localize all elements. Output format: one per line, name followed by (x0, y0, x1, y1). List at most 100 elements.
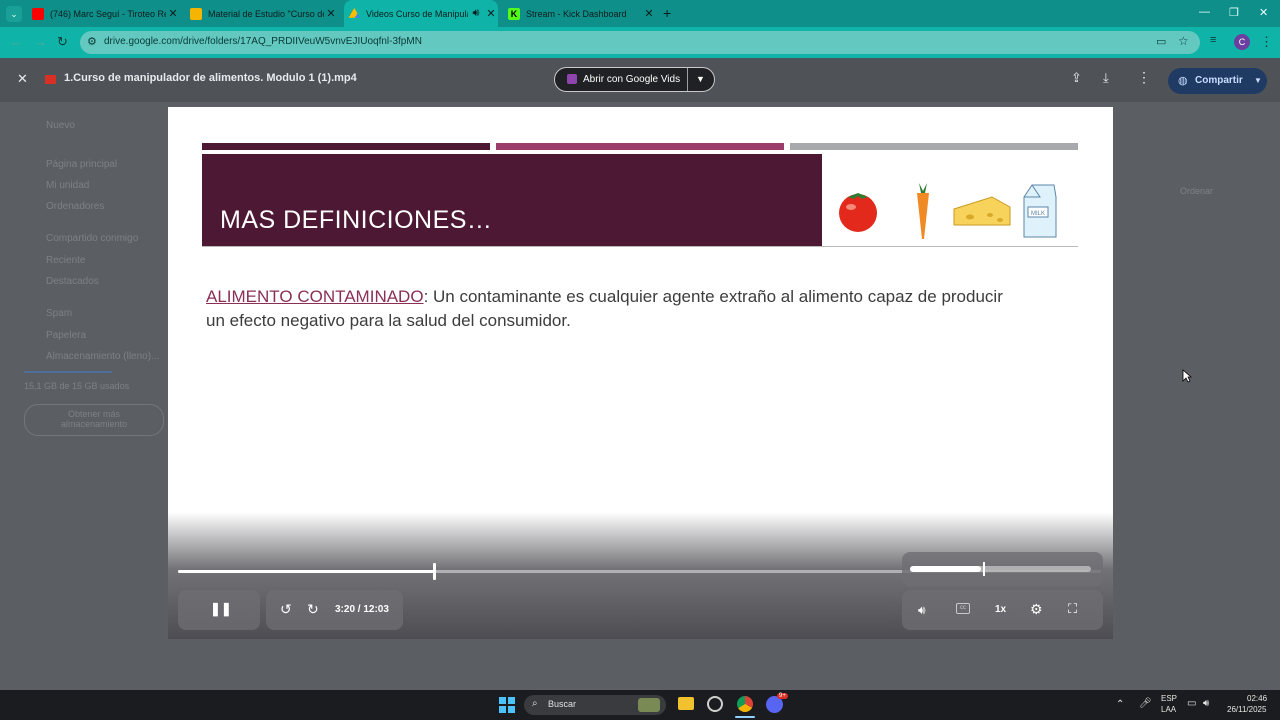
tray-chevron-icon[interactable]: ⌃ (1116, 699, 1124, 710)
url-text[interactable]: drive.google.com/drive/folders/17AQ_PRDI… (104, 36, 422, 47)
nav-item-spam[interactable]: Spam (46, 308, 72, 319)
rewind-10-icon[interactable]: ↺ (280, 601, 292, 618)
open-with-dropdown-icon[interactable]: ▼ (696, 74, 705, 84)
maximize-icon[interactable]: ❐ (1229, 6, 1239, 19)
definition-term: ALIMENTO CONTAMINADO (206, 287, 424, 306)
new-tab-button[interactable]: + (663, 5, 671, 21)
volume-icon[interactable]: 🔊︎ (918, 603, 926, 618)
search-label: Buscar (548, 699, 577, 709)
get-storage-button[interactable]: Obtener más almacenamiento (24, 404, 164, 436)
nav-item-recent[interactable]: Reciente (46, 255, 85, 266)
forward-icon[interactable]: → (34, 34, 47, 49)
language-indicator[interactable]: ESP (1161, 694, 1177, 703)
nav-item-starred[interactable]: Destacados (46, 276, 99, 287)
progress-played (178, 570, 434, 573)
network-icon[interactable]: ▭ (1187, 698, 1196, 709)
tab-search-chevron-icon[interactable]: ⌄ (6, 6, 22, 22)
tab-material-estudio[interactable]: Material de Estudio "Curso de M ✕ (186, 0, 338, 27)
add-to-drive-icon[interactable]: ⇪ (1071, 70, 1082, 86)
reading-list-icon[interactable]: ≡ (1210, 34, 1216, 46)
url-omnibox[interactable]: ⚙︎ drive.google.com/drive/folders/17AQ_P… (80, 31, 1200, 54)
globe-icon: ◍ (1178, 75, 1188, 87)
browser-menu-icon[interactable]: ⋮ (1260, 34, 1273, 50)
profile-avatar[interactable]: C (1234, 34, 1250, 50)
chrome-icon[interactable] (737, 696, 753, 712)
more-options-icon[interactable]: ⋮ (1137, 69, 1151, 86)
nav-item-computers[interactable]: Ordenadores (46, 201, 104, 212)
new-button[interactable]: Nuevo (46, 120, 75, 131)
microphone-icon[interactable]: 🎤︎ (1139, 698, 1152, 709)
time-display: 3:20 / 12:03 (335, 604, 389, 615)
speaker-icon[interactable]: 🔊︎ (468, 7, 484, 20)
mouse-cursor-icon (1182, 369, 1192, 383)
close-tab-icon[interactable]: ✕ (642, 7, 656, 20)
bookmark-star-icon[interactable]: ☆ (1178, 34, 1189, 48)
app-icon[interactable] (707, 696, 723, 712)
share-dropdown-icon[interactable]: ▼ (1254, 76, 1262, 85)
tab-youtube[interactable]: (746) Marc Seguí - Tiroteo Rem ✕ (28, 0, 180, 27)
taskbar-search[interactable]: ⌕ Buscar (524, 695, 666, 715)
volume-level (910, 566, 981, 572)
tab-kick-dashboard[interactable]: K Stream - Kick Dashboard ✕ (504, 0, 656, 27)
slides-icon (190, 7, 202, 20)
volume-slider[interactable] (910, 562, 1091, 576)
clock-date[interactable]: 26/11/2025 (1227, 705, 1266, 714)
fullscreen-icon[interactable]: ⛶ (1068, 601, 1077, 617)
pause-icon[interactable]: ❚❚ (210, 601, 232, 617)
tab-title: Material de Estudio "Curso de M (208, 8, 324, 19)
tab-title: Videos Curso de Manipulac (366, 8, 468, 19)
clock-time[interactable]: 02:46 (1247, 694, 1267, 703)
minimize-icon[interactable]: — (1199, 6, 1210, 18)
speaker-tray-icon[interactable]: 🔊︎ (1203, 698, 1209, 709)
close-viewer-icon[interactable]: ✕ (17, 71, 28, 87)
windows-taskbar: ⌕ Buscar 9+ ⌃ 🎤︎ ESP LAA ▭ 🔊︎ 02:46 26/1… (0, 690, 1280, 720)
back-icon[interactable]: ← (10, 34, 23, 49)
storage-text: 15,1 GB de 15 GB usados (24, 381, 130, 391)
close-tab-icon[interactable]: ✕ (324, 7, 338, 20)
slide-divider (202, 246, 1078, 247)
nav-item-trash[interactable]: Papelera (46, 330, 86, 341)
sort-label[interactable]: Ordenar (1180, 186, 1213, 196)
close-window-icon[interactable]: ✕ (1259, 6, 1268, 19)
install-app-icon[interactable]: ▭ (1156, 35, 1166, 48)
active-app-indicator (735, 716, 755, 718)
slide-heading: MAS DEFINICIONES… (220, 206, 493, 234)
captions-icon[interactable]: cc (956, 603, 970, 614)
volume-handle[interactable] (982, 562, 985, 576)
kick-icon: K (508, 7, 520, 20)
settings-gear-icon[interactable]: ⚙︎ (1030, 601, 1043, 618)
share-button[interactable]: ◍ Compartir ▼ (1168, 68, 1267, 94)
nav-item-storage[interactable]: Almacenamiento (lleno)... (46, 351, 159, 362)
slide-definition: ALIMENTO CONTAMINADO: Un contaminante es… (206, 285, 1026, 333)
tomato-icon (839, 193, 877, 232)
share-label: Compartir (1195, 75, 1243, 86)
open-with-button[interactable]: Abrir con Google Vids ▼ (554, 67, 715, 92)
video-player[interactable]: MAS DEFINICIONES… MILK ALIMENTO CONTAMIN… (168, 107, 1113, 639)
nav-item-my-drive[interactable]: Mi unidad (46, 180, 89, 191)
file-explorer-icon[interactable] (678, 697, 694, 710)
storage-bar (24, 371, 112, 373)
youtube-icon (32, 7, 44, 20)
close-tab-icon[interactable]: ✕ (484, 7, 498, 20)
windows-start-icon[interactable] (499, 697, 515, 713)
nav-item-shared[interactable]: Compartido conmigo (46, 233, 138, 244)
google-vids-icon (567, 74, 577, 84)
carrot-icon (917, 183, 929, 239)
download-icon[interactable]: ⤓ (1103, 70, 1109, 86)
playback-speed-button[interactable]: 1x (995, 604, 1006, 615)
language-sub: LAA (1161, 705, 1177, 714)
discord-badge: 9+ (777, 693, 788, 699)
open-with-divider (687, 68, 688, 91)
browser-tab-bar: ⌄ (746) Marc Seguí - Tiroteo Rem ✕ Mater… (0, 0, 1280, 27)
drive-icon (348, 7, 360, 18)
slide-heading-banner: MAS DEFINICIONES… (202, 154, 822, 247)
forward-10-icon[interactable]: ↻ (307, 601, 319, 618)
file-title: 1.Curso de manipulador de alimentos. Mod… (64, 72, 357, 84)
progress-handle[interactable] (432, 563, 436, 580)
site-info-icon[interactable]: ⚙︎ (87, 35, 97, 48)
tab-videos-curso[interactable]: Videos Curso de Manipulac 🔊︎ ✕ (344, 0, 498, 27)
close-tab-icon[interactable]: ✕ (166, 7, 180, 20)
nav-item-home[interactable]: Página principal (46, 159, 117, 170)
cheese-icon (953, 196, 1011, 226)
reload-icon[interactable]: ↻ (57, 34, 68, 50)
